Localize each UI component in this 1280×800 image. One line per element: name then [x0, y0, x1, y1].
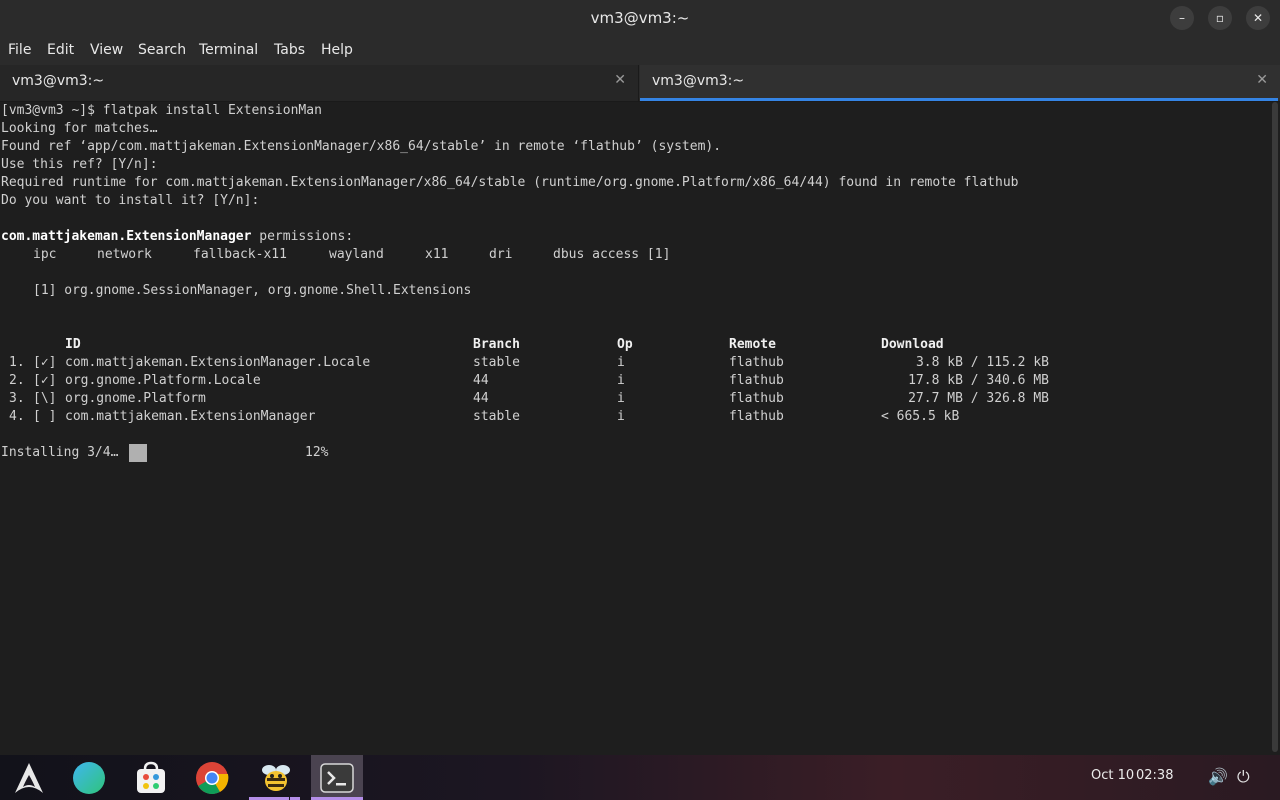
terminal-line: Found ref ‘app/com.mattjakeman.Extension…	[1, 139, 722, 154]
menu-file[interactable]: File	[8, 42, 31, 58]
table-header-branch: Branch	[473, 337, 520, 352]
permissions-footnote: [1] org.gnome.SessionManager, org.gnome.…	[33, 283, 472, 298]
permission-item: network	[97, 247, 152, 262]
terminal-line: Required runtime for com.mattjakeman.Ext…	[1, 175, 1019, 190]
tab-bar: vm3@vm3:~ ✕ vm3@vm3:~ ✕	[0, 65, 1280, 102]
terminal-cursor	[129, 444, 147, 462]
terminal-icon[interactable]	[319, 760, 355, 796]
menu-edit[interactable]: Edit	[47, 42, 74, 58]
row-id: org.gnome.Platform.Locale	[65, 373, 261, 388]
menu-search[interactable]: Search	[138, 42, 186, 58]
row-branch: stable	[473, 355, 520, 370]
row-branch: stable	[473, 409, 520, 424]
row-branch: 44	[473, 391, 489, 406]
window-titlebar[interactable]: vm3@vm3:~ – ▫ ✕	[0, 0, 1280, 36]
terminal-output[interactable]: [vm3@vm3 ~]$ flatpak install ExtensionMa…	[0, 102, 1268, 755]
progress-percent: 12%	[305, 445, 329, 460]
permission-item: ipc	[33, 247, 57, 262]
row-op: i	[617, 355, 625, 370]
permission-item: dri	[489, 247, 513, 262]
tab-2-active[interactable]: vm3@vm3:~ ✕	[640, 65, 1280, 101]
row-number: 3.	[9, 391, 25, 406]
menu-help[interactable]: Help	[321, 42, 353, 58]
permissions-heading: com.mattjakeman.ExtensionManager permiss…	[1, 228, 353, 246]
tab-label: vm3@vm3:~	[12, 73, 105, 89]
active-tab-indicator	[640, 98, 1278, 101]
row-download: < 665.5 kB	[881, 409, 960, 424]
menu-tabs[interactable]: Tabs	[274, 42, 305, 58]
row-remote: flathub	[729, 391, 784, 406]
permissions-suffix: permissions:	[251, 229, 354, 244]
tab-close-icon[interactable]: ✕	[1256, 72, 1268, 88]
volume-icon[interactable]: 🔊	[1208, 767, 1228, 786]
row-op: i	[617, 409, 625, 424]
row-branch: 44	[473, 373, 489, 388]
tab-close-icon[interactable]: ✕	[614, 72, 626, 88]
permission-item: x11	[425, 247, 449, 262]
row-op: i	[617, 373, 625, 388]
permission-item: fallback-x11	[193, 247, 287, 262]
row-download: 3.8 kB / 115.2 kB	[915, 355, 1049, 370]
close-button[interactable]: ✕	[1246, 6, 1270, 30]
menu-view[interactable]: View	[90, 42, 123, 58]
installing-label: Installing 3/4…	[1, 445, 119, 460]
row-status: [✓]	[33, 373, 57, 388]
terminal-line: Do you want to install it? [Y/n]:	[1, 193, 260, 208]
taskbar: Oct 10 02:38 🔊 ⏻	[0, 755, 1280, 800]
terminal-line: Looking for matches…	[1, 121, 158, 136]
menu-terminal[interactable]: Terminal	[199, 42, 258, 58]
row-download: 17.8 kB / 340.6 MB	[908, 373, 1049, 388]
tab-1[interactable]: vm3@vm3:~ ✕	[0, 65, 639, 101]
row-id: com.mattjakeman.ExtensionManager.Locale	[65, 355, 371, 370]
row-status: [✓]	[33, 355, 57, 370]
row-number: 2.	[9, 373, 25, 388]
row-op: i	[617, 391, 625, 406]
clock-date[interactable]: Oct 10	[1091, 768, 1134, 783]
row-remote: flathub	[729, 355, 784, 370]
table-header-id: ID	[65, 337, 81, 352]
row-status: [\]	[33, 391, 57, 406]
table-header-op: Op	[617, 337, 633, 352]
permission-item: wayland	[329, 247, 384, 262]
row-download: 27.7 MB / 326.8 MB	[908, 391, 1049, 406]
row-number: 4.	[9, 409, 25, 424]
terminal-line: Use this ref? [Y/n]:	[1, 157, 158, 172]
menu-bar: File Edit View Search Terminal Tabs Help	[0, 36, 1280, 65]
row-remote: flathub	[729, 409, 784, 424]
clock-time[interactable]: 02:38	[1136, 768, 1173, 783]
row-status: [ ]	[33, 409, 57, 424]
permission-item: dbus access [1]	[553, 247, 671, 262]
minimize-button[interactable]: –	[1170, 6, 1194, 30]
table-header-remote: Remote	[729, 337, 776, 352]
bee-app-icon[interactable]	[258, 760, 294, 796]
table-header-download: Download	[881, 337, 944, 352]
web-browser-globe-icon[interactable]	[71, 760, 107, 796]
row-number: 1.	[9, 355, 25, 370]
row-id: org.gnome.Platform	[65, 391, 206, 406]
arch-launcher-icon[interactable]	[11, 760, 47, 796]
row-id: com.mattjakeman.ExtensionManager	[65, 409, 316, 424]
window-title: vm3@vm3:~	[590, 9, 690, 27]
chrome-icon[interactable]	[194, 760, 230, 796]
row-remote: flathub	[729, 373, 784, 388]
terminal-line: [vm3@vm3 ~]$ flatpak install ExtensionMa…	[1, 103, 322, 118]
software-store-icon[interactable]	[133, 760, 169, 796]
tab-label: vm3@vm3:~	[652, 73, 745, 89]
maximize-button[interactable]: ▫	[1208, 6, 1232, 30]
power-icon[interactable]: ⏻	[1237, 767, 1250, 787]
terminal-scrollbar[interactable]	[1272, 102, 1278, 752]
permissions-app-id: com.mattjakeman.ExtensionManager	[1, 229, 252, 244]
